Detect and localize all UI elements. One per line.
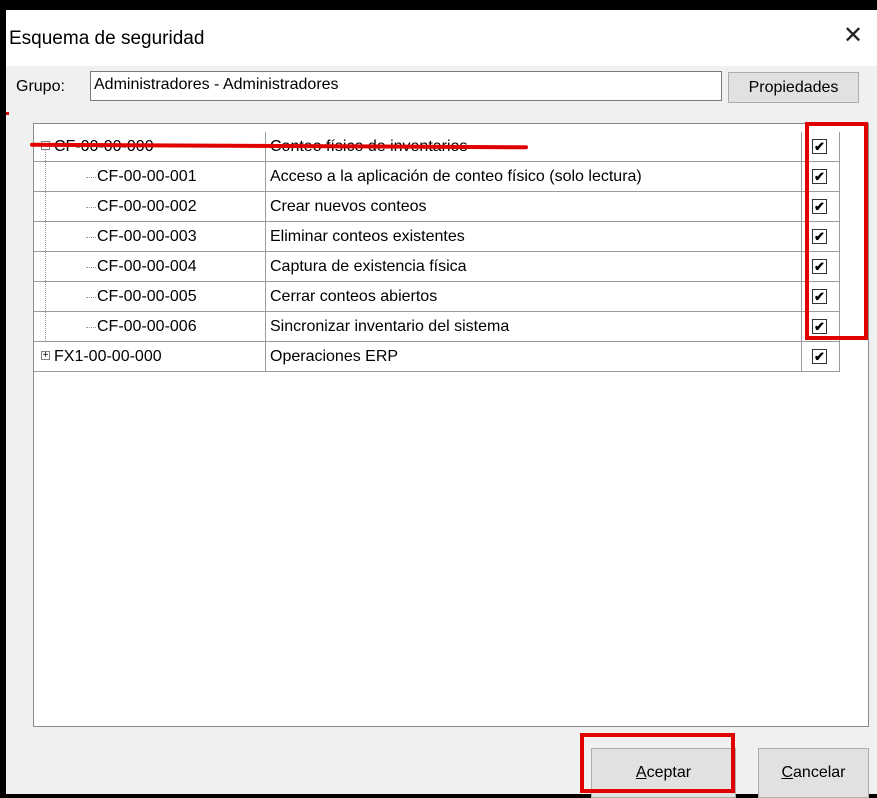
title-bar: Esquema de seguridad ✕ <box>6 10 877 66</box>
tree-row[interactable]: CF-00-00-002 Crear nuevos conteos ✔ <box>34 192 869 222</box>
permission-code: CF-00-00-004 <box>97 258 197 275</box>
permission-description: Cerrar conteos abiertos <box>266 282 802 312</box>
highlight-checkboxes-box <box>805 122 868 340</box>
tree-branch-line <box>86 237 96 238</box>
permission-description: Operaciones ERP <box>266 342 802 372</box>
tree-row[interactable]: + FX1-00-00-000 Operaciones ERP ✔ <box>34 342 869 372</box>
permission-checkbox[interactable]: ✔ <box>812 349 827 364</box>
permission-code: FX1-00-00-000 <box>54 348 162 365</box>
permission-description: Captura de existencia física <box>266 252 802 282</box>
grupo-label: Grupo: <box>16 78 65 95</box>
permission-code: CF-00-00-002 <box>97 198 197 215</box>
expand-icon[interactable]: + <box>41 351 50 361</box>
permission-description: Sincronizar inventario del sistema <box>266 312 802 342</box>
tree-branch-line <box>86 177 96 178</box>
code-cell: CF-00-00-003 <box>34 222 266 252</box>
permission-code: CF-00-00-003 <box>97 228 197 245</box>
tree-row[interactable]: CF-00-00-006 Sincronizar inventario del s… <box>34 312 869 342</box>
close-icon[interactable]: ✕ <box>839 22 867 50</box>
tree-branch-line <box>86 267 96 268</box>
dialog-title: Esquema de seguridad <box>9 28 205 49</box>
checkbox-cell: ✔ <box>802 342 840 372</box>
cancelar-accel: C <box>781 764 794 781</box>
security-scheme-dialog: Esquema de seguridad ✕ Grupo: Administra… <box>0 10 877 798</box>
permission-description: Crear nuevos conteos <box>266 192 802 222</box>
code-cell: CF-00-00-001 <box>34 162 266 192</box>
code-cell: CF-00-00-006 <box>34 312 266 342</box>
tree-branch-line <box>86 327 96 328</box>
cancelar-button[interactable]: Cancelar <box>758 748 869 798</box>
permission-description: Eliminar conteos existentes <box>266 222 802 252</box>
tree-row[interactable]: CF-00-00-004 Captura de existencia física… <box>34 252 869 282</box>
code-cell: CF-00-00-005 <box>34 282 266 312</box>
permission-description: Acceso a la aplicación de conteo físico … <box>266 162 802 192</box>
tree-branch-line <box>86 297 96 298</box>
code-cell: + FX1-00-00-000 <box>34 342 266 372</box>
grupo-field[interactable]: Administradores - Administradores <box>90 71 722 101</box>
highlight-aceptar-box <box>580 733 735 793</box>
code-cell: CF-00-00-004 <box>34 252 266 282</box>
red-mark <box>6 112 9 115</box>
tree-row[interactable]: CF-00-00-003 Eliminar conteos existentes ✔ <box>34 222 869 252</box>
tree-row[interactable]: CF-00-00-005 Cerrar conteos abiertos ✔ <box>34 282 869 312</box>
permission-code: CF-00-00-005 <box>97 288 197 305</box>
permission-code: CF-00-00-006 <box>97 318 197 335</box>
code-cell: CF-00-00-002 <box>34 192 266 222</box>
permission-code: CF-00-00-001 <box>97 168 197 185</box>
tree-branch-line <box>86 207 96 208</box>
tree-row[interactable]: CF-00-00-001 Acceso a la aplicación de co… <box>34 162 869 192</box>
permissions-tree[interactable]: −CF-00-00-000Conteo físico de inventario… <box>33 123 869 727</box>
cancelar-label: ancelar <box>793 764 846 781</box>
propiedades-button[interactable]: Propiedades <box>728 72 859 103</box>
